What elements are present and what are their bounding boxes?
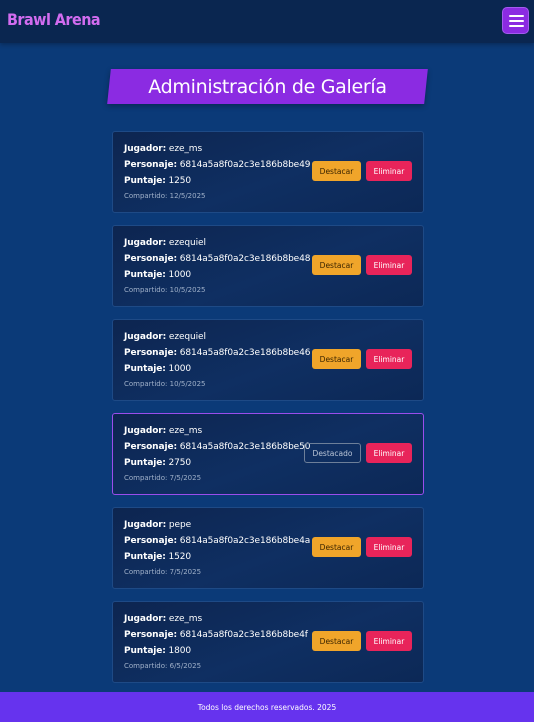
character-line: Personaje: 6814a5a8f0a2c3e186b8be49 xyxy=(124,160,310,170)
player-line-label: Jugador: xyxy=(124,520,167,530)
player-line-value: eze_ms xyxy=(168,426,203,436)
hamburger-icon-bar xyxy=(509,20,524,22)
footer-text: Todos los derechos reservados. 2025 xyxy=(197,702,337,712)
player-line-value: eze_ms xyxy=(168,144,203,154)
gallery-card: Jugador: eze_ms Personaje: 6814a5a8f0a2c3… xyxy=(112,413,424,495)
score-line: Puntaje: 2750 xyxy=(124,458,191,468)
shared-date-value: 10/5/2025 xyxy=(169,286,206,294)
character-line-value: 6814a5a8f0a2c3e186b8be46 xyxy=(179,348,311,358)
brand-logo[interactable]: Brawl Arena xyxy=(7,10,101,29)
score-line-value: 1800 xyxy=(168,646,192,656)
delete-button[interactable]: Eliminar xyxy=(366,631,412,651)
character-line-label: Personaje: xyxy=(124,630,177,640)
character-line-value: 6814a5a8f0a2c3e186b8be48 xyxy=(179,254,311,264)
shared-date-value: 6/5/2025 xyxy=(169,662,202,670)
gallery-card: Jugador: ezequiel Personaje: 6814a5a8f0a2… xyxy=(112,225,424,307)
gallery-card: Jugador: pepe Personaje: 6814a5a8f0a2c3e1… xyxy=(112,507,424,589)
score-line-value: 2750 xyxy=(168,458,192,468)
character-line-value: 6814a5a8f0a2c3e186b8be4f xyxy=(179,630,308,640)
shared-date-value: 10/5/2025 xyxy=(169,380,206,388)
gallery-card: Jugador: eze_ms Personaje: 6814a5a8f0a2c3… xyxy=(112,601,424,683)
shared-date-value: 7/5/2025 xyxy=(169,568,202,576)
character-line: Personaje: 6814a5a8f0a2c3e186b8be4f xyxy=(124,630,308,640)
score-line-value: 1000 xyxy=(168,364,192,374)
score-line: Puntaje: 1520 xyxy=(124,552,191,562)
score-line-label: Puntaje: xyxy=(124,646,166,656)
character-line-label: Personaje: xyxy=(124,536,177,546)
character-line: Personaje: 6814a5a8f0a2c3e186b8be46 xyxy=(124,348,310,358)
score-line: Puntaje: 1250 xyxy=(124,176,191,186)
score-line: Puntaje: 1000 xyxy=(124,364,191,374)
shared-date-label: Compartido: xyxy=(124,286,168,294)
delete-button[interactable]: Eliminar xyxy=(366,349,412,369)
score-line-value: 1520 xyxy=(168,552,192,562)
shared-date-label: Compartido: xyxy=(124,192,168,200)
character-line-label: Personaje: xyxy=(124,160,177,170)
player-line-value: ezequiel xyxy=(168,332,206,342)
shared-date-label: Compartido: xyxy=(124,380,168,388)
score-line-value: 1250 xyxy=(168,176,192,186)
shared-date-value: 12/5/2025 xyxy=(169,192,206,200)
delete-button[interactable]: Eliminar xyxy=(366,161,412,181)
score-line-label: Puntaje: xyxy=(124,176,166,186)
delete-button[interactable]: Eliminar xyxy=(366,255,412,275)
player-line-label: Jugador: xyxy=(124,614,167,624)
player-line: Jugador: ezequiel xyxy=(124,238,206,248)
character-line: Personaje: 6814a5a8f0a2c3e186b8be50 xyxy=(124,442,310,452)
character-line: Personaje: 6814a5a8f0a2c3e186b8be4a xyxy=(124,536,310,546)
player-line: Jugador: pepe xyxy=(124,520,191,530)
shared-date: Compartido: 10/5/2025 xyxy=(124,380,206,388)
highlight-button[interactable]: Destacar xyxy=(312,255,361,275)
shared-date: Compartido: 10/5/2025 xyxy=(124,286,206,294)
highlight-button[interactable]: Destacar xyxy=(312,631,361,651)
score-line-label: Puntaje: xyxy=(124,552,166,562)
score-line: Puntaje: 1000 xyxy=(124,270,191,280)
featured-button[interactable]: Destacado xyxy=(304,443,361,463)
player-line-label: Jugador: xyxy=(124,144,167,154)
player-line-label: Jugador: xyxy=(124,332,167,342)
gallery-card: Jugador: eze_ms Personaje: 6814a5a8f0a2c3… xyxy=(112,131,424,213)
player-line-value: eze_ms xyxy=(168,614,203,624)
hamburger-icon-bar xyxy=(509,25,524,27)
delete-button[interactable]: Eliminar xyxy=(366,537,412,557)
player-line-label: Jugador: xyxy=(124,426,167,436)
player-line: Jugador: eze_ms xyxy=(124,144,202,154)
player-line: Jugador: eze_ms xyxy=(124,614,202,624)
player-line-label: Jugador: xyxy=(124,238,167,248)
highlight-button[interactable]: Destacar xyxy=(312,537,361,557)
character-line-value: 6814a5a8f0a2c3e186b8be4a xyxy=(179,536,311,546)
score-line-label: Puntaje: xyxy=(124,364,166,374)
shared-date: Compartido: 7/5/2025 xyxy=(124,474,201,482)
shared-date: Compartido: 7/5/2025 xyxy=(124,568,201,576)
gallery-card: Jugador: ezequiel Personaje: 6814a5a8f0a2… xyxy=(112,319,424,401)
player-line: Jugador: ezequiel xyxy=(124,332,206,342)
character-line-label: Personaje: xyxy=(124,348,177,358)
shared-date: Compartido: 12/5/2025 xyxy=(124,192,206,200)
score-line-label: Puntaje: xyxy=(124,270,166,280)
score-line-label: Puntaje: xyxy=(124,458,166,468)
top-navbar: Brawl Arena xyxy=(0,0,534,43)
score-line: Puntaje: 1800 xyxy=(124,646,191,656)
shared-date-label: Compartido: xyxy=(124,662,168,670)
character-line-value: 6814a5a8f0a2c3e186b8be50 xyxy=(179,442,311,452)
shared-date-label: Compartido: xyxy=(124,568,168,576)
player-line: Jugador: eze_ms xyxy=(124,426,202,436)
player-line-value: ezequiel xyxy=(168,238,206,248)
score-line-value: 1000 xyxy=(168,270,192,280)
character-line-value: 6814a5a8f0a2c3e186b8be49 xyxy=(179,160,311,170)
highlight-button[interactable]: Destacar xyxy=(312,349,361,369)
highlight-button[interactable]: Destacar xyxy=(312,161,361,181)
shared-date-label: Compartido: xyxy=(124,474,168,482)
player-line-value: pepe xyxy=(168,520,192,530)
page-title: Administración de Galería xyxy=(148,75,387,98)
footer: Todos los derechos reservados. 2025 xyxy=(0,692,534,722)
shared-date: Compartido: 6/5/2025 xyxy=(124,662,201,670)
hamburger-icon xyxy=(509,15,524,17)
shared-date-value: 7/5/2025 xyxy=(169,474,202,482)
delete-button[interactable]: Eliminar xyxy=(366,443,412,463)
character-line-label: Personaje: xyxy=(124,442,177,452)
menu-button[interactable] xyxy=(502,7,529,34)
character-line-label: Personaje: xyxy=(124,254,177,264)
character-line: Personaje: 6814a5a8f0a2c3e186b8be48 xyxy=(124,254,310,264)
